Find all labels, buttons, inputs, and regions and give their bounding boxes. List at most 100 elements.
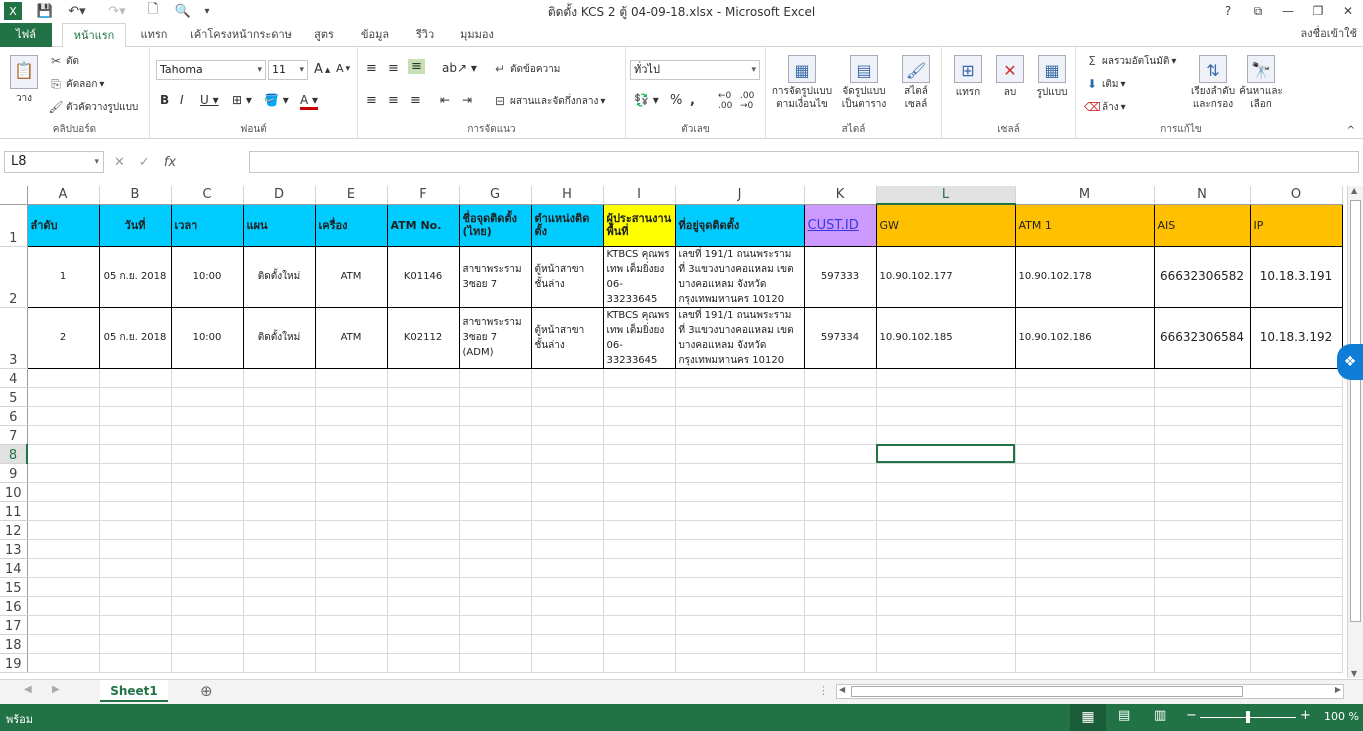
add-sheet-icon[interactable]: ⊕ xyxy=(200,682,213,700)
cell-C19[interactable] xyxy=(171,653,244,673)
cell-D13[interactable] xyxy=(243,539,316,559)
bold-icon[interactable]: B xyxy=(160,93,169,107)
align-bottom-icon[interactable]: ≡ xyxy=(408,59,425,74)
cell-M7[interactable] xyxy=(1015,425,1155,445)
cell-B12[interactable] xyxy=(99,520,172,540)
copy-button[interactable]: ⎘ คัดลอก ▾ xyxy=(48,76,104,92)
column-header-J[interactable]: J xyxy=(675,186,805,205)
cell-C10[interactable] xyxy=(171,482,244,502)
cell-L14[interactable] xyxy=(876,558,1016,578)
cell-I2[interactable]: KTBCS คุณพรเทพ เต็มยิ่งยง 06-33233645 xyxy=(602,245,676,308)
cell-D4[interactable] xyxy=(243,368,316,388)
cell-L10[interactable] xyxy=(876,482,1016,502)
cell-M13[interactable] xyxy=(1015,539,1155,559)
cell-L18[interactable] xyxy=(876,634,1016,654)
cell-F10[interactable] xyxy=(387,482,460,502)
decrease-indent-icon[interactable]: ⇤ xyxy=(440,93,450,107)
format-cells-button[interactable]: ▦ รูปแบบ xyxy=(1032,55,1072,100)
format-painter-button[interactable]: 🖌 ตัวคัดวางรูปแบบ xyxy=(48,99,138,115)
font-size-combo[interactable]: 11 xyxy=(268,60,308,80)
align-right-icon[interactable]: ≡ xyxy=(410,93,421,108)
horizontal-scroll-thumb[interactable] xyxy=(851,686,1243,697)
cell-K7[interactable] xyxy=(804,425,877,445)
cell-E2[interactable]: ATM xyxy=(314,245,388,308)
cell-L17[interactable] xyxy=(876,615,1016,635)
cell-L12[interactable] xyxy=(876,520,1016,540)
cell-J19[interactable] xyxy=(675,653,805,673)
cell-F2[interactable]: K01146 xyxy=(386,245,460,308)
cell-E5[interactable] xyxy=(315,387,388,407)
cell-D6[interactable] xyxy=(243,406,316,426)
cell-L3[interactable]: 10.90.102.185 xyxy=(875,306,1016,369)
cell-J12[interactable] xyxy=(675,520,805,540)
row-header-18[interactable]: 18 xyxy=(0,634,28,654)
cell-K5[interactable] xyxy=(804,387,877,407)
fill-color-icon[interactable]: 🪣 ▾ xyxy=(264,93,289,107)
column-header-A[interactable]: A xyxy=(27,186,100,205)
cell-F8[interactable] xyxy=(387,444,460,464)
cell-J3[interactable]: เลขที่ 191/1 ถนนพระราม ที่ 3แขวงบางคอแหล… xyxy=(674,306,805,369)
cell-G15[interactable] xyxy=(459,577,532,597)
cell-H17[interactable] xyxy=(531,615,604,635)
cell-F6[interactable] xyxy=(387,406,460,426)
borders-icon[interactable]: ⊞ ▾ xyxy=(232,93,252,107)
column-header-O[interactable]: O xyxy=(1250,186,1343,205)
cell-A8[interactable] xyxy=(27,444,100,464)
column-header-G[interactable]: G xyxy=(459,186,532,205)
page-break-view-icon[interactable]: ▥ xyxy=(1154,708,1166,723)
cell-O6[interactable] xyxy=(1250,406,1343,426)
cell-G6[interactable] xyxy=(459,406,532,426)
cell-I11[interactable] xyxy=(603,501,676,521)
header-cell-L[interactable]: GW xyxy=(875,203,1016,247)
cell-D17[interactable] xyxy=(243,615,316,635)
cell-H19[interactable] xyxy=(531,653,604,673)
cell-C6[interactable] xyxy=(171,406,244,426)
align-center-icon[interactable]: ≡ xyxy=(388,93,399,108)
cell-M15[interactable] xyxy=(1015,577,1155,597)
cell-I3[interactable]: KTBCS คุณพรเทพ เต็มยิ่งยง 06-33233645 xyxy=(602,306,676,369)
cell-E11[interactable] xyxy=(315,501,388,521)
cell-J18[interactable] xyxy=(675,634,805,654)
cell-C14[interactable] xyxy=(171,558,244,578)
collapse-ribbon-icon[interactable]: ^ xyxy=(1347,125,1355,136)
cell-A10[interactable] xyxy=(27,482,100,502)
cell-J15[interactable] xyxy=(675,577,805,597)
cell-B4[interactable] xyxy=(99,368,172,388)
conditional-formatting-button[interactable]: ▦ การจัดรูปแบบตามเงื่อนไข xyxy=(770,55,834,111)
cell-I13[interactable] xyxy=(603,539,676,559)
cell-F9[interactable] xyxy=(387,463,460,483)
cell-J11[interactable] xyxy=(675,501,805,521)
column-header-D[interactable]: D xyxy=(243,186,316,205)
cell-D9[interactable] xyxy=(243,463,316,483)
header-cell-I[interactable]: ผู้ประสานงานพื้นที่ xyxy=(602,203,676,247)
cell-O14[interactable] xyxy=(1250,558,1343,578)
cell-H3[interactable]: ตู้หน้าสาขา ชั้นล่าง xyxy=(530,306,604,369)
cell-B11[interactable] xyxy=(99,501,172,521)
cell-D15[interactable] xyxy=(243,577,316,597)
cell-B16[interactable] xyxy=(99,596,172,616)
font-color-icon[interactable]: A ▾ xyxy=(300,93,319,110)
cell-E13[interactable] xyxy=(315,539,388,559)
cell-A14[interactable] xyxy=(27,558,100,578)
normal-view-icon[interactable]: ▦ xyxy=(1070,704,1106,731)
cell-K12[interactable] xyxy=(804,520,877,540)
cell-J17[interactable] xyxy=(675,615,805,635)
cell-M9[interactable] xyxy=(1015,463,1155,483)
cell-C9[interactable] xyxy=(171,463,244,483)
cell-A7[interactable] xyxy=(27,425,100,445)
cell-I8[interactable] xyxy=(603,444,676,464)
row-header-11[interactable]: 11 xyxy=(0,501,28,521)
wrap-text-button[interactable]: ↵ ตัดข้อความ xyxy=(492,61,560,77)
cell-I4[interactable] xyxy=(603,368,676,388)
cell-J13[interactable] xyxy=(675,539,805,559)
cell-G5[interactable] xyxy=(459,387,532,407)
cell-N8[interactable] xyxy=(1154,444,1251,464)
header-cell-N[interactable]: AIS xyxy=(1153,203,1251,247)
cell-C16[interactable] xyxy=(171,596,244,616)
cell-D11[interactable] xyxy=(243,501,316,521)
sheet-tab-sheet1[interactable]: Sheet1 xyxy=(100,680,168,702)
cell-D8[interactable] xyxy=(243,444,316,464)
cell-J2[interactable]: เลขที่ 191/1 ถนนพระราม ที่ 3แขวงบางคอแหล… xyxy=(674,245,805,308)
column-header-N[interactable]: N xyxy=(1154,186,1251,205)
cell-C15[interactable] xyxy=(171,577,244,597)
